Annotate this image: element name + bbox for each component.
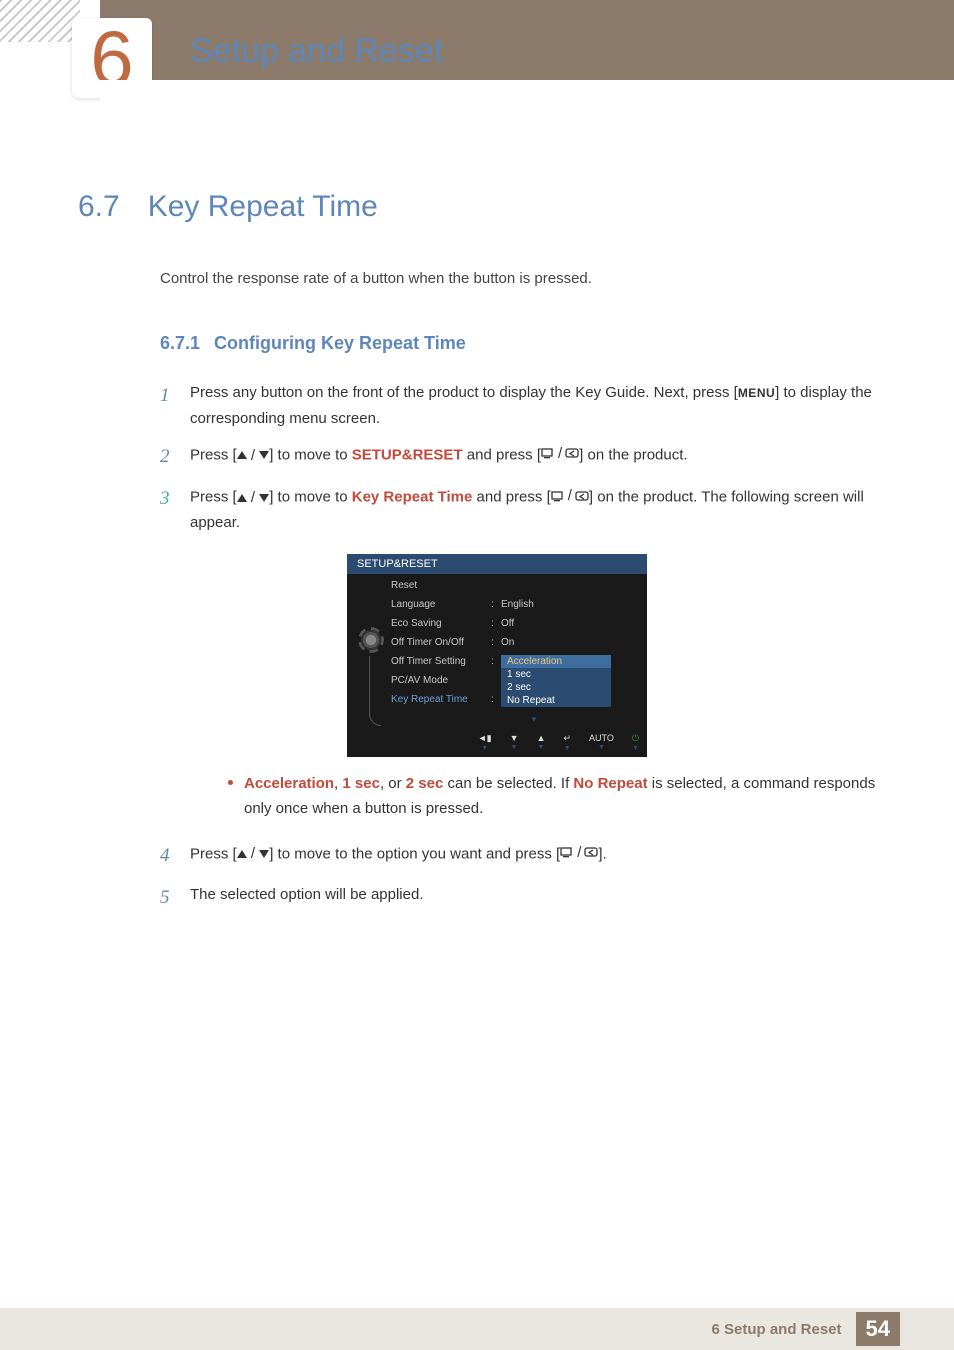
corner-hatch [0, 0, 80, 42]
swoosh-line [369, 656, 381, 726]
step-number: 3 [160, 483, 174, 536]
section-title: Key Repeat Time [148, 190, 378, 224]
chapter-title: Setup and Reset [190, 32, 443, 71]
step-2: 2 Press [ / ] to move to SETUP&RESET and… [160, 441, 894, 473]
osd-dropdown: Acceleration 1 sec 2 sec No Repeat [501, 655, 611, 707]
osd-more-icon: ▼ [431, 715, 637, 724]
step-number: 1 [160, 380, 174, 431]
step-3: 3 Press [ / ] to move to Key Repeat Time… [160, 483, 894, 536]
power-icon: ⏻ [632, 733, 639, 744]
subsection-number: 6.7.1 [160, 333, 200, 353]
up-down-icon: / [237, 485, 270, 511]
step-1: 1 Press any button on the front of the p… [160, 380, 894, 431]
gear-icon [361, 630, 381, 650]
footer-text: 6 Setup and Reset [711, 1321, 841, 1338]
step-text: Press [ / ] to move to SETUP&RESET and p… [190, 441, 688, 473]
step-list: 1 Press any button on the front of the p… [160, 380, 894, 536]
step-text: The selected option will be applied. [190, 882, 423, 914]
source-enter-icon: / [560, 840, 598, 866]
auto-label: AUTO [589, 733, 614, 743]
subsection-title: Configuring Key Repeat Time [214, 333, 466, 353]
note-bullet: Acceleration, 1 sec, or 2 sec can be sel… [228, 771, 894, 822]
osd-footer: ◄▮▼ ▼▼ ▲▼ ↵▼ AUTO▼ ⏻▼ [347, 730, 647, 757]
intro-text: Control the response rate of a button wh… [160, 270, 894, 287]
step-number: 5 [160, 882, 174, 914]
exit-icon: ◄▮ [478, 733, 492, 744]
target-key-repeat: Key Repeat Time [352, 489, 473, 506]
step-4: 4 Press [ / ] to move to the option you … [160, 840, 894, 872]
up-icon: ▲ [537, 733, 546, 743]
target-setup-reset: SETUP&RESET [352, 446, 463, 463]
menu-keyword: MENU [738, 386, 775, 400]
section-heading: 6.7 Key Repeat Time [78, 190, 894, 224]
step-5: 5 The selected option will be applied. [160, 882, 894, 914]
section-number: 6.7 [78, 190, 120, 224]
page-footer: 6 Setup and Reset 54 [0, 1308, 954, 1350]
step-text: Press [ / ] to move to the option you wa… [190, 840, 607, 872]
content-area: 6.7 Key Repeat Time Control the response… [100, 80, 894, 1280]
source-enter-icon: / [541, 441, 579, 467]
osd-mock: SETUP&RESET Reset Language:English Eco S… [347, 554, 647, 757]
step-number: 4 [160, 840, 174, 872]
up-down-icon: / [237, 443, 270, 469]
osd-title: SETUP&RESET [347, 554, 647, 574]
subsection-heading: 6.7.1 Configuring Key Repeat Time [160, 333, 894, 354]
enter-icon: ↵ [563, 733, 571, 744]
step-text: Press any button on the front of the pro… [190, 380, 894, 431]
step-text: Press [ / ] to move to Key Repeat Time a… [190, 483, 894, 536]
osd-rows: Reset Language:English Eco Saving:Off Of… [385, 580, 637, 726]
step-list-cont: 4 Press [ / ] to move to the option you … [160, 840, 894, 915]
source-enter-icon: / [551, 483, 589, 509]
step-number: 2 [160, 441, 174, 473]
page-number: 54 [856, 1312, 900, 1346]
down-icon: ▼ [510, 733, 519, 743]
up-down-icon: / [237, 841, 270, 867]
